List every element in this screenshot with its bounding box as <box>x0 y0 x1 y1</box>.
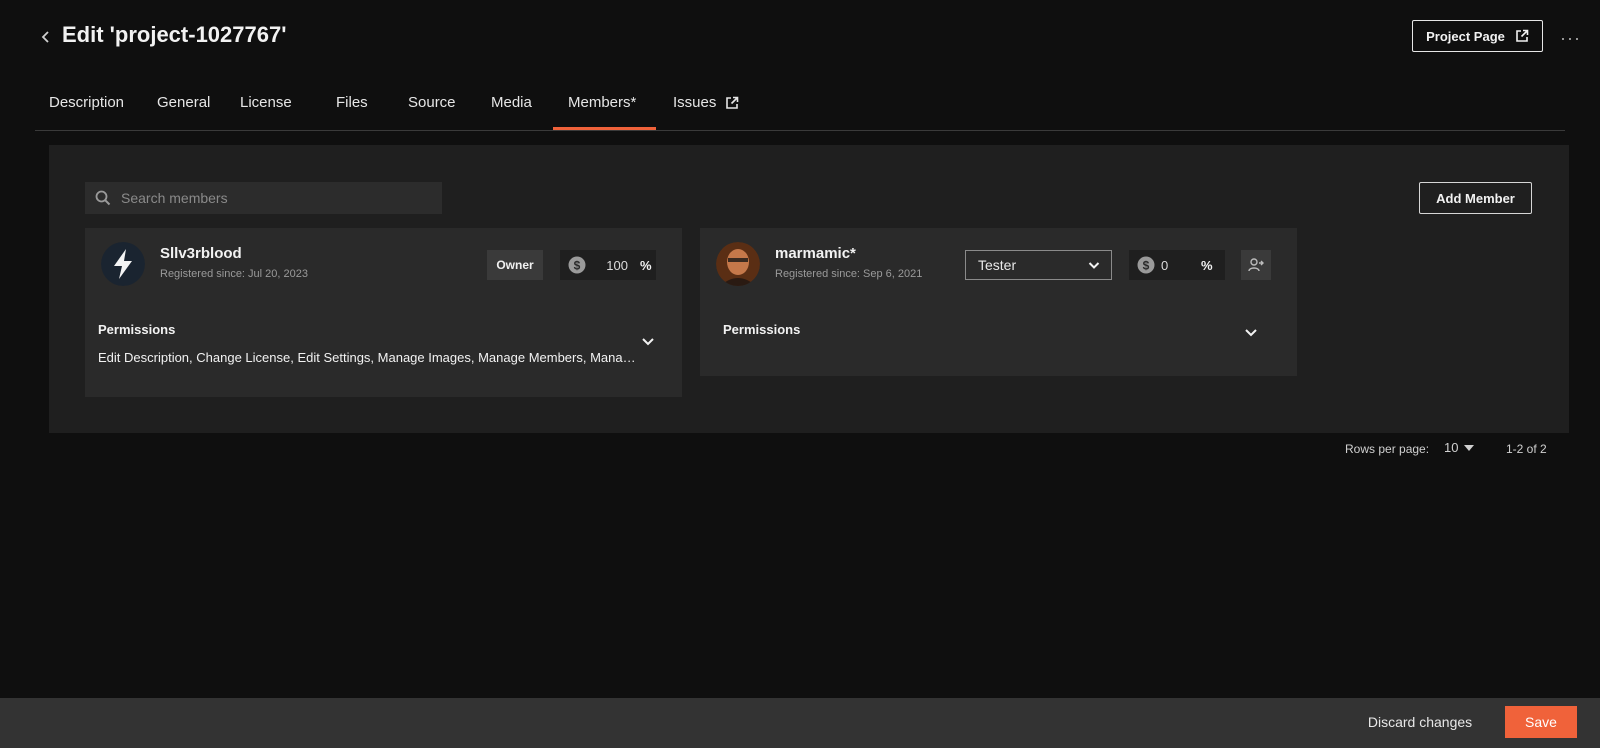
tab-issues[interactable]: Issues <box>673 94 739 111</box>
external-link-icon <box>1516 29 1529 42</box>
permissions-label: Permissions <box>723 322 801 337</box>
owner-badge: Owner <box>487 250 543 280</box>
member-registered-since: Registered since: Jul 20, 2023 <box>160 268 308 280</box>
page-title: Edit 'project-1027767' <box>62 22 287 47</box>
share-unit: % <box>640 257 652 273</box>
caret-down-icon <box>1464 444 1475 451</box>
svg-text:$: $ <box>1143 259 1150 273</box>
permissions-list: Edit Description, Change License, Edit S… <box>98 350 638 365</box>
user-photo-avatar <box>716 242 760 286</box>
tab-files[interactable]: Files <box>336 94 368 111</box>
role-select-value: Tester <box>978 257 1017 273</box>
revenue-share-field[interactable]: $ 100 % <box>560 250 656 280</box>
tab-label: Issues <box>673 94 717 111</box>
member-registered-since: Registered since: Sep 6, 2021 <box>775 268 923 280</box>
tab-bar: Description General License Files Source… <box>35 84 1565 131</box>
member-card: marmamic* Registered since: Sep 6, 2021 … <box>700 228 1297 376</box>
tab-source[interactable]: Source <box>408 94 456 111</box>
project-page-label: Project Page <box>1426 28 1505 44</box>
rows-per-page-value: 10 <box>1444 440 1459 455</box>
members-panel: Add Member Sllv3rblood Registered since:… <box>49 145 1569 433</box>
avatar <box>716 242 760 286</box>
svg-text:$: $ <box>574 259 581 273</box>
avatar <box>101 242 145 286</box>
share-value: 0 <box>1161 257 1169 273</box>
tab-label: General <box>157 94 211 111</box>
share-unit: % <box>1201 257 1213 273</box>
tab-media[interactable]: Media <box>491 94 532 111</box>
member-card: Sllv3rblood Registered since: Jul 20, 20… <box>85 228 682 397</box>
share-value: 100 <box>606 257 628 273</box>
dollar-icon: $ <box>568 256 586 274</box>
add-member-button[interactable]: Add Member <box>1419 182 1532 214</box>
role-select[interactable]: Tester <box>965 250 1112 280</box>
pagination: Rows per page: 10 1-2 of 2 <box>1310 440 1570 460</box>
permissions-label: Permissions <box>98 322 176 337</box>
footer-bar: Discard changes Save <box>0 698 1600 748</box>
pagination-range: 1-2 of 2 <box>1506 442 1547 456</box>
search-box <box>85 182 442 214</box>
tab-label: Members* <box>568 94 637 111</box>
transfer-member-button[interactable] <box>1241 250 1271 280</box>
member-name: marmamic* <box>775 245 856 262</box>
tab-label: Description <box>49 94 125 111</box>
back-chevron-icon[interactable] <box>38 26 54 48</box>
page-header: Edit 'project-1027767' Project Page ··· <box>0 0 1600 74</box>
more-options-icon[interactable]: ··· <box>1560 28 1580 48</box>
search-members-input[interactable] <box>121 190 421 206</box>
tab-members[interactable]: Members* <box>568 94 636 111</box>
person-arrow-icon <box>1248 258 1264 272</box>
tab-label: Source <box>408 94 456 111</box>
search-icon <box>95 190 111 206</box>
save-button[interactable]: Save <box>1505 706 1577 738</box>
tab-general[interactable]: General <box>157 94 210 111</box>
active-tab-indicator <box>553 127 656 130</box>
tab-label: Media <box>491 94 532 111</box>
external-link-icon <box>726 96 739 109</box>
discard-changes-button[interactable]: Discard changes <box>1355 706 1485 738</box>
rows-per-page-select[interactable]: 10 <box>1444 440 1475 455</box>
tab-label: License <box>240 94 292 111</box>
chevron-down-icon[interactable] <box>1243 324 1259 340</box>
chevron-down-icon[interactable] <box>640 333 656 349</box>
tab-label: Files <box>336 94 368 111</box>
project-page-button[interactable]: Project Page <box>1412 20 1543 52</box>
tab-description[interactable]: Description <box>49 94 124 111</box>
rows-per-page-label: Rows per page: <box>1345 442 1430 456</box>
tab-license[interactable]: License <box>240 94 292 111</box>
chevron-down-icon <box>1088 262 1100 269</box>
revenue-share-field[interactable]: $ 0 % <box>1129 250 1225 280</box>
dollar-icon: $ <box>1137 256 1155 274</box>
member-name: Sllv3rblood <box>160 245 242 262</box>
lightning-avatar-icon <box>101 242 145 286</box>
